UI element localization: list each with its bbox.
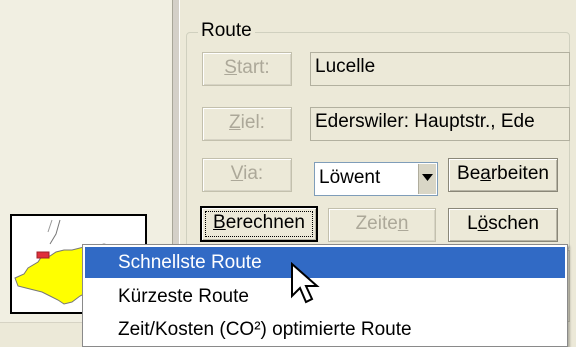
menu-item-optimized-route[interactable]: Zeit/Kosten (CO²) optimierte Route [85, 314, 565, 345]
ziel-button[interactable]: Ziel: [202, 107, 292, 141]
start-field[interactable]: Lucelle [310, 52, 570, 86]
route-group-title: Route [198, 20, 255, 42]
via-dropdown[interactable]: Löwent [314, 162, 438, 196]
times-button[interactable]: Zeiten [328, 208, 436, 242]
route-type-context-menu: Schnellste Route Kürzeste Route Zeit/Kos… [82, 244, 568, 347]
menu-item-fastest-route[interactable]: Schnellste Route [85, 247, 565, 278]
ziel-field[interactable]: Ederswiler: Hauptstr., Ede [310, 107, 570, 141]
edit-button[interactable]: Bearbeiten [448, 158, 558, 192]
via-dropdown-value: Löwent [319, 167, 381, 188]
mouse-pointer-icon [291, 262, 320, 304]
start-button[interactable]: Start: [202, 52, 292, 86]
delete-button[interactable]: Löschen [448, 208, 558, 242]
via-button[interactable]: Via: [202, 158, 292, 192]
chevron-down-icon[interactable] [418, 164, 436, 194]
calculate-button[interactable]: Berechnen [200, 206, 318, 242]
menu-item-shortest-route[interactable]: Kürzeste Route [85, 281, 565, 312]
